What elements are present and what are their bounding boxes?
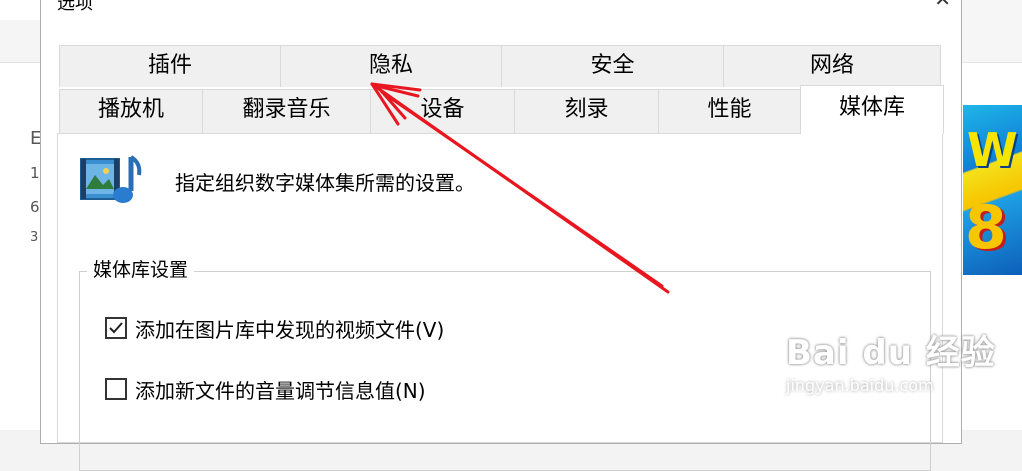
- option-label: 添加新文件的音量调节信息值(N): [135, 378, 426, 403]
- media-library-icon: [80, 155, 142, 203]
- tab-performance[interactable]: 性能: [658, 89, 801, 133]
- checkbox-add-video-files[interactable]: [105, 317, 127, 339]
- background-toolbar: [0, 20, 40, 63]
- close-button[interactable]: ✕: [934, 0, 951, 11]
- tab-library[interactable]: 媒体库: [800, 85, 944, 134]
- tab-burn[interactable]: 刻录: [514, 89, 659, 133]
- tab-devices[interactable]: 设备: [370, 89, 515, 133]
- dialog-titlebar: 选项 ✕: [41, 0, 961, 23]
- tab-network[interactable]: 网络: [723, 45, 941, 87]
- watermark-url: jingyan.baidu.com: [786, 376, 934, 395]
- tab-security[interactable]: 安全: [501, 45, 724, 87]
- album-cover-text: 8: [965, 193, 1007, 263]
- tab-rip-music[interactable]: 翻录音乐: [202, 89, 371, 133]
- background-window-left: E 1 6 3: [0, 0, 41, 430]
- background-text-fragment: 6: [30, 198, 40, 216]
- watermark-logo: Bai du 经验: [786, 333, 996, 373]
- checkmark-icon: [109, 322, 123, 334]
- baidu-jingyan-watermark: Bai du 经验 jingyan.baidu.com: [786, 325, 996, 395]
- library-description: 指定组织数字媒体集所需的设置。: [175, 171, 475, 195]
- album-cover-image: W 8: [963, 105, 1022, 275]
- option-add-video-files[interactable]: 添加在图片库中发现的视频文件(V): [105, 315, 445, 342]
- background-text-fragment: 3: [30, 230, 39, 245]
- tab-plugins[interactable]: 插件: [59, 45, 281, 87]
- background-toolbar: [961, 0, 1022, 63]
- library-settings-title: 媒体库设置: [87, 255, 195, 282]
- option-add-volume-leveling[interactable]: 添加新文件的音量调节信息值(N): [105, 376, 426, 403]
- checkbox-add-volume-leveling[interactable]: [105, 378, 127, 400]
- album-cover-text: W: [967, 123, 1018, 177]
- dialog-title: 选项: [57, 0, 93, 14]
- option-label: 添加在图片库中发现的视频文件(V): [135, 317, 445, 342]
- background-text-fragment: 1: [30, 164, 40, 182]
- tab-player[interactable]: 播放机: [59, 89, 203, 133]
- tab-privacy[interactable]: 隐私: [280, 45, 502, 87]
